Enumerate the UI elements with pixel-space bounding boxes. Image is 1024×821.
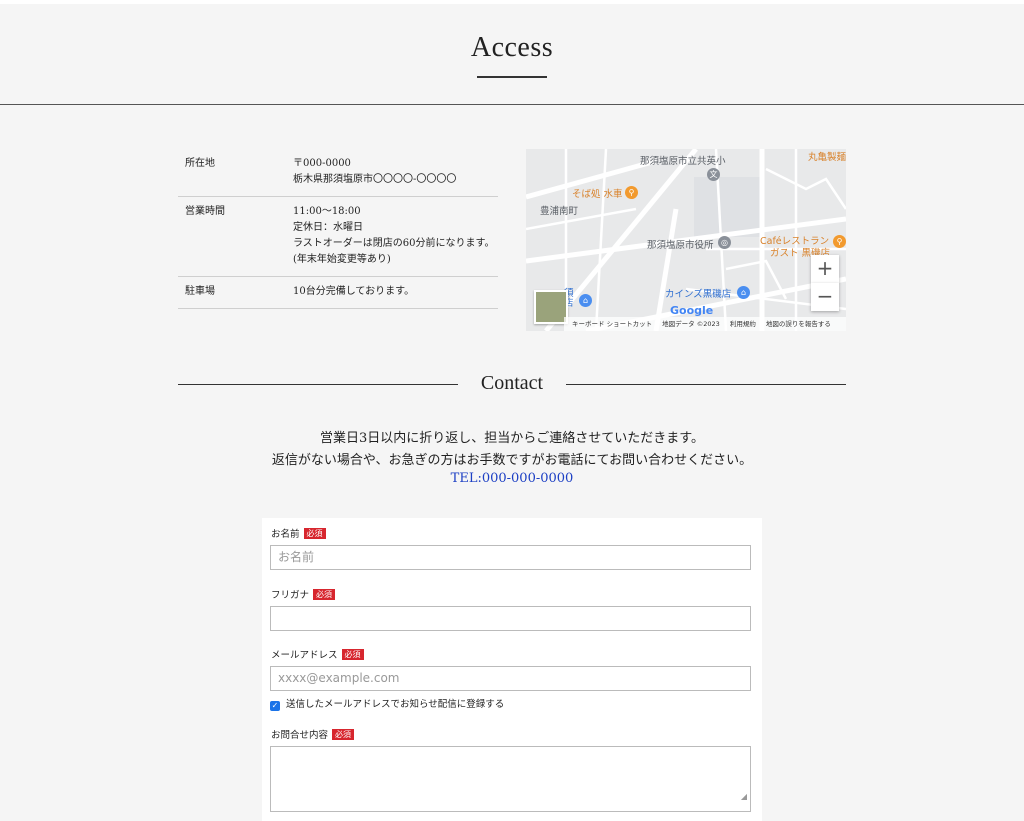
city-office-pin-icon: ◎: [718, 236, 731, 249]
store-pin-icon: ⌂: [579, 294, 592, 307]
map-footer: キーボード ショートカット 地図データ ©2023 利用規約 地図の誤りを報告す…: [564, 317, 846, 331]
access-heading-underline: [477, 76, 547, 78]
newsletter-checkbox[interactable]: ✓: [270, 701, 280, 711]
email-input[interactable]: xxxx@example.com: [270, 666, 751, 691]
map-label-soba: そば処 水車: [572, 189, 623, 200]
message-field-label: お問合せ内容 必須: [271, 729, 355, 743]
shop-pin-icon: ⌂: [737, 286, 750, 299]
name-input[interactable]: お名前: [270, 545, 751, 570]
info-value: 10台分完備しております。: [293, 286, 415, 297]
required-badge: 必須: [341, 649, 364, 660]
map-label-cainz: カインズ黒磯店: [665, 289, 732, 300]
info-row-address: 所在地 〒000-0000 栃木県那須塩原市〇〇〇〇-〇〇〇〇: [178, 149, 498, 197]
contact-tel-link[interactable]: TEL:000-000-0000: [0, 471, 1024, 486]
info-value: 11:00〜18:00 定休日：水曜日 ラストオーダーは閉店の60分前になります…: [293, 206, 495, 265]
section-divider: [0, 104, 1024, 105]
kana-field-label: フリガナ 必須: [271, 589, 336, 603]
info-label: 所在地: [185, 158, 215, 169]
google-logo: Google: [670, 304, 714, 317]
contact-form: お名前 必須 お名前 フリガナ 必須 メールアドレス 必須 xxxx@example.…: [262, 518, 762, 821]
contact-rule-left: [178, 384, 458, 385]
info-label: 駐車場: [185, 286, 215, 297]
access-heading: Access: [470, 32, 554, 63]
required-badge: 必須: [303, 528, 326, 539]
top-band: [0, 0, 1024, 4]
map-label-school: 那須塩原市立共英小: [640, 156, 726, 167]
required-badge: 必須: [332, 729, 355, 740]
restaurant-pin-icon: ⚲: [625, 186, 638, 199]
cafe-pin-icon: ⚲: [833, 235, 846, 248]
contact-rule-right: [566, 384, 846, 385]
newsletter-label: 送信したメールアドレスでお知らせ配信に登録する: [286, 699, 505, 710]
access-info-table: 所在地 〒000-0000 栃木県那須塩原市〇〇〇〇-〇〇〇〇 営業時間 11:…: [178, 149, 498, 309]
resize-handle-icon[interactable]: ◢: [741, 785, 747, 808]
map-zoom-in-button[interactable]: +: [811, 255, 839, 283]
contact-heading: Contact: [480, 372, 544, 394]
map-label-city-office: 那須塩原市役所: [647, 240, 714, 251]
map-keyboard-shortcuts-link[interactable]: キーボード ショートカット: [572, 320, 652, 328]
required-badge: 必須: [313, 589, 336, 600]
map-data-attribution: 地図データ ©2023: [662, 320, 720, 328]
map-report-error-link[interactable]: 地図の誤りを報告する: [766, 320, 831, 328]
newsletter-option[interactable]: ✓ 送信したメールアドレスでお知らせ配信に登録する: [270, 698, 504, 712]
google-map[interactable]: 那須塩原市立共英小 文 丸亀製麺 そば処 水車 ⚲ 豊浦南町 那須塩原市役所 ◎…: [526, 149, 846, 331]
map-terms-link[interactable]: 利用規約: [730, 320, 756, 328]
info-value: 〒000-0000 栃木県那須塩原市〇〇〇〇-〇〇〇〇: [293, 158, 457, 185]
kana-input[interactable]: [270, 606, 751, 631]
map-zoom-out-button[interactable]: −: [811, 283, 839, 311]
contact-intro-line1: 営業日3日以内に折り返し、担当からご連絡させていただきます。: [320, 431, 704, 446]
info-row-hours: 営業時間 11:00〜18:00 定休日：水曜日 ラストオーダーは閉店の60分前…: [178, 197, 498, 277]
message-textarea[interactable]: ◢: [270, 746, 751, 812]
map-label-maruki: 丸亀製麺: [808, 152, 846, 163]
map-label-toyoura: 豊浦南町: [540, 206, 579, 217]
contact-intro-line2: 返信がない場合や、お急ぎの方はお手数ですがお電話にてお問い合わせください。: [271, 453, 753, 468]
email-field-label: メールアドレス 必須: [271, 649, 364, 663]
info-label: 営業時間: [185, 206, 225, 217]
name-field-label: お名前 必須: [271, 528, 326, 542]
info-row-parking: 駐車場 10台分完備しております。: [178, 277, 498, 309]
map-satellite-toggle[interactable]: [534, 290, 568, 324]
school-pin-icon: 文: [707, 168, 720, 181]
